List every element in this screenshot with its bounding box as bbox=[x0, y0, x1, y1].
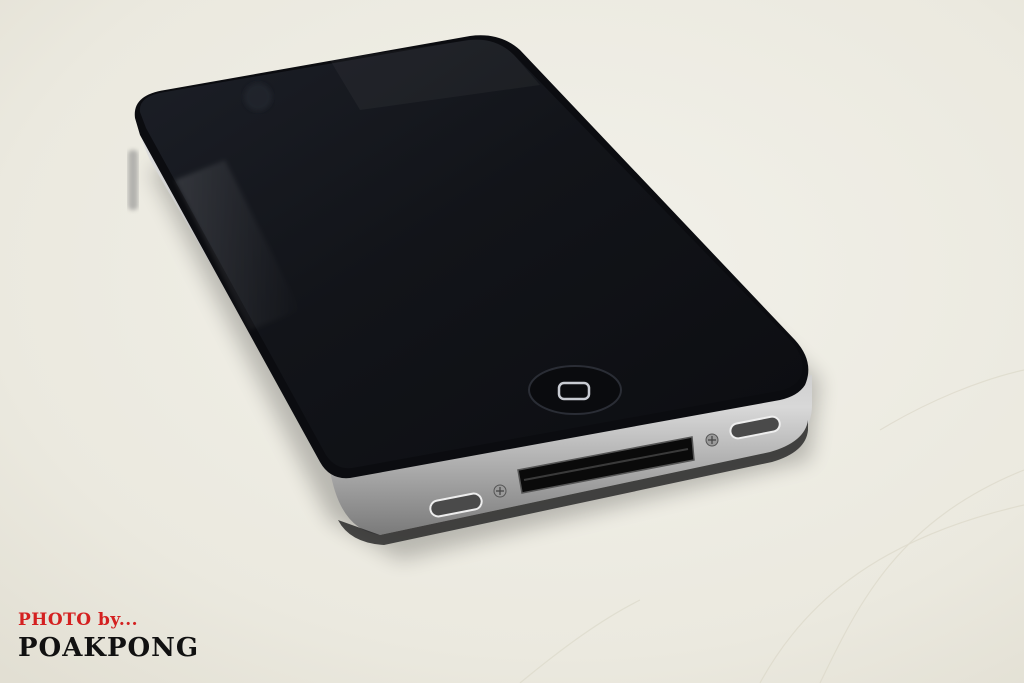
home-button bbox=[528, 365, 622, 415]
front-camera bbox=[244, 83, 272, 111]
photo-credit-label: PHOTO by... bbox=[18, 610, 139, 630]
right-screw bbox=[705, 433, 719, 447]
phone-photo bbox=[0, 0, 1024, 683]
photo-credit-watermark: PHOTO by... POAKPONG bbox=[18, 610, 200, 663]
photographer-name: POAKPONG bbox=[18, 633, 200, 663]
left-screw bbox=[493, 484, 507, 498]
photo-scene bbox=[0, 0, 1024, 683]
side-buttons bbox=[128, 150, 138, 210]
